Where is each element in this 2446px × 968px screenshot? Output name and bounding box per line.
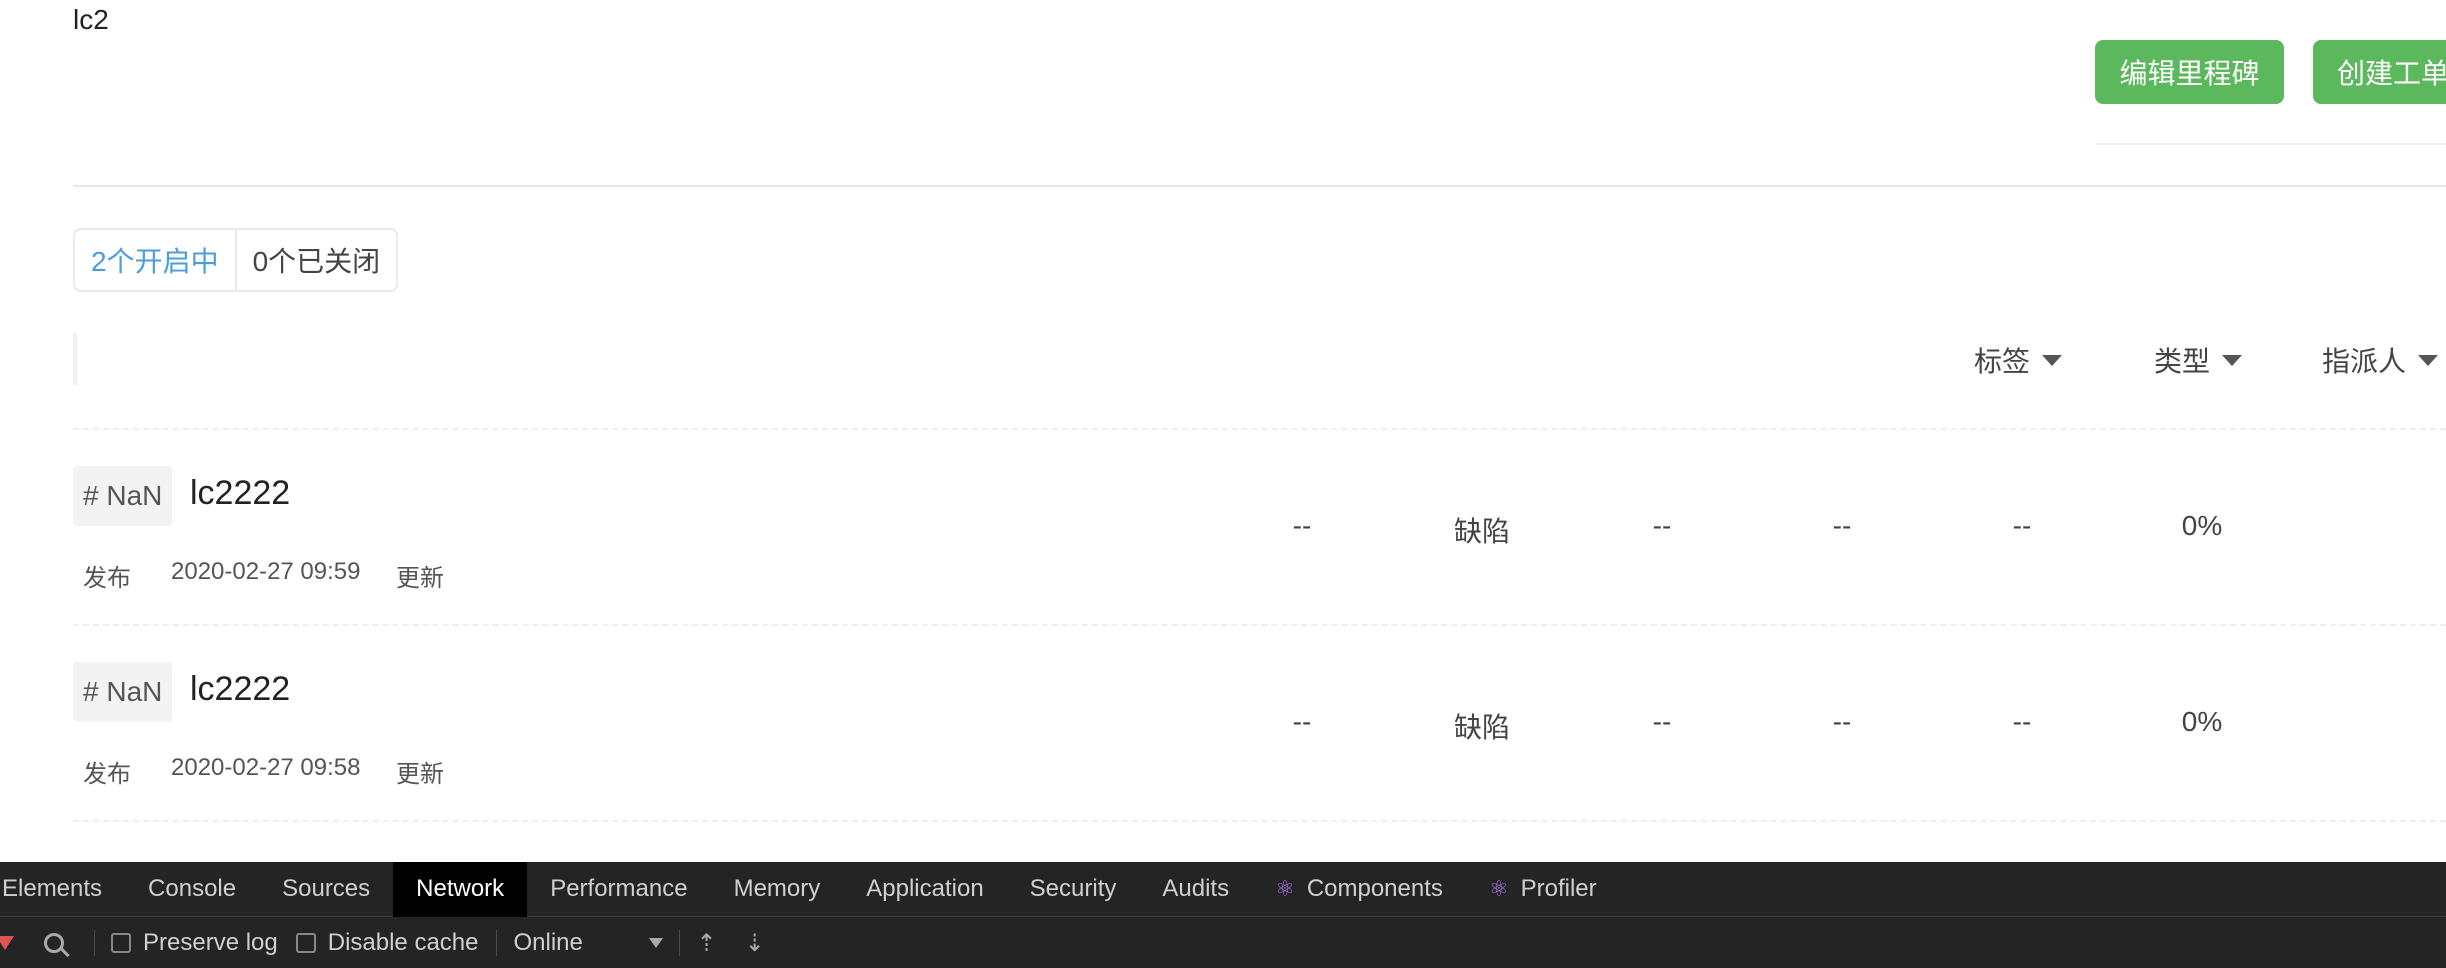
devtools-panel: Elements Console Sources Network Perform…	[0, 861, 2446, 968]
tab-open-issues[interactable]: 2个开启中	[75, 230, 237, 290]
react-icon: ⚛	[1488, 876, 1509, 901]
row-separator	[73, 820, 2446, 822]
tab-network[interactable]: Network	[393, 861, 528, 917]
throttling-select[interactable]: Online	[513, 929, 664, 957]
caret-down-icon	[2418, 354, 2439, 366]
issue-updated-label: 更新	[396, 565, 444, 592]
issue-number: # NaN	[73, 662, 173, 722]
state-tabs: 2个开启中 0个已关闭	[73, 228, 399, 292]
issue-title[interactable]: lc2222	[190, 670, 290, 709]
issue-title[interactable]: lc2222	[190, 474, 290, 513]
tab-components-label: Components	[1306, 875, 1443, 902]
type-filter[interactable]: 类型	[2154, 340, 2243, 380]
cell-priority: --	[1292, 510, 1312, 541]
cell-deadline: --	[2012, 510, 2032, 541]
tab-components[interactable]: ⚛ Components	[1252, 862, 1466, 917]
cell-assignee: --	[1832, 706, 1852, 737]
cell-label: --	[1652, 706, 1672, 737]
label-filter-text: 标签	[1974, 346, 2031, 377]
network-toolbar: Preserve log Disable cache Online ⇡ ⇣	[0, 918, 2446, 968]
tab-profiler[interactable]: ⚛ Profiler	[1466, 862, 1620, 917]
export-icon[interactable]: ⇣	[745, 929, 765, 958]
chevron-down-icon	[649, 938, 664, 948]
cell-priority: --	[1292, 706, 1312, 737]
issue-status: 发布	[83, 761, 131, 788]
header-underline	[2095, 143, 2446, 145]
cell-progress: 0%	[2181, 510, 2223, 541]
tab-security[interactable]: Security	[1007, 862, 1140, 917]
issue-row[interactable]: # NaN lc2222 发布 2020-02-27 09:58 更新 -- 缺…	[73, 626, 2446, 822]
disable-cache-label: Disable cache	[327, 929, 479, 956]
disable-cache-checkbox[interactable]	[295, 933, 316, 953]
assignee-filter-text: 指派人	[2322, 346, 2407, 377]
assignee-filter[interactable]: 指派人	[2322, 340, 2439, 380]
tab-application[interactable]: Application	[843, 862, 1006, 917]
preserve-log-label: Preserve log	[143, 929, 278, 956]
issue-updated-label: 更新	[396, 761, 444, 788]
caret-down-icon	[2222, 354, 2243, 366]
cell-label: --	[1652, 510, 1672, 541]
tab-closed-issues[interactable]: 0个已关闭	[237, 230, 397, 290]
issue-date: 2020-02-27 09:59	[171, 558, 361, 585]
tab-sources[interactable]: Sources	[259, 862, 393, 917]
issue-date: 2020-02-27 09:58	[171, 754, 361, 781]
create-issue-button[interactable]: 创建工单	[2313, 40, 2446, 104]
filter-bar-edge	[73, 333, 77, 385]
edit-milestone-button[interactable]: 编辑里程碑	[2095, 40, 2284, 104]
cell-progress: 0%	[2181, 706, 2223, 737]
cell-deadline: --	[2012, 706, 2032, 737]
issue-status: 发布	[83, 565, 131, 592]
issue-row[interactable]: # NaN lc2222 发布 2020-02-27 09:59 更新 -- 缺…	[73, 430, 2446, 626]
tab-elements[interactable]: Elements	[0, 862, 125, 917]
toolbar-separator	[679, 930, 681, 956]
tab-console[interactable]: Console	[125, 862, 259, 917]
type-filter-text: 类型	[2154, 346, 2211, 377]
toolbar-separator	[94, 930, 95, 956]
tab-memory[interactable]: Memory	[711, 862, 844, 917]
divider	[73, 185, 2446, 187]
caret-down-icon	[2042, 354, 2063, 366]
disable-cache-option[interactable]: Disable cache	[295, 929, 479, 957]
issue-number: # NaN	[73, 466, 173, 526]
tab-performance[interactable]: Performance	[527, 862, 710, 917]
react-icon: ⚛	[1275, 876, 1295, 901]
filter-icon[interactable]	[0, 936, 14, 950]
devtools-tabs: Elements Console Sources Network Perform…	[0, 861, 2446, 917]
milestone-title: lc2	[73, 4, 109, 35]
preserve-log-checkbox[interactable]	[111, 933, 131, 953]
search-icon[interactable]	[44, 933, 64, 953]
toolbar-separator	[496, 930, 498, 956]
label-filter[interactable]: 标签	[1974, 340, 2063, 380]
preserve-log-option[interactable]: Preserve log	[111, 929, 278, 957]
cell-assignee: --	[1832, 510, 1852, 541]
tab-profiler-label: Profiler	[1520, 875, 1597, 902]
cell-type: 缺陷	[1453, 712, 1510, 743]
import-icon[interactable]: ⇡	[696, 929, 716, 958]
throttling-value: Online	[513, 929, 583, 956]
cell-type: 缺陷	[1453, 516, 1510, 547]
tab-audits[interactable]: Audits	[1139, 862, 1252, 917]
